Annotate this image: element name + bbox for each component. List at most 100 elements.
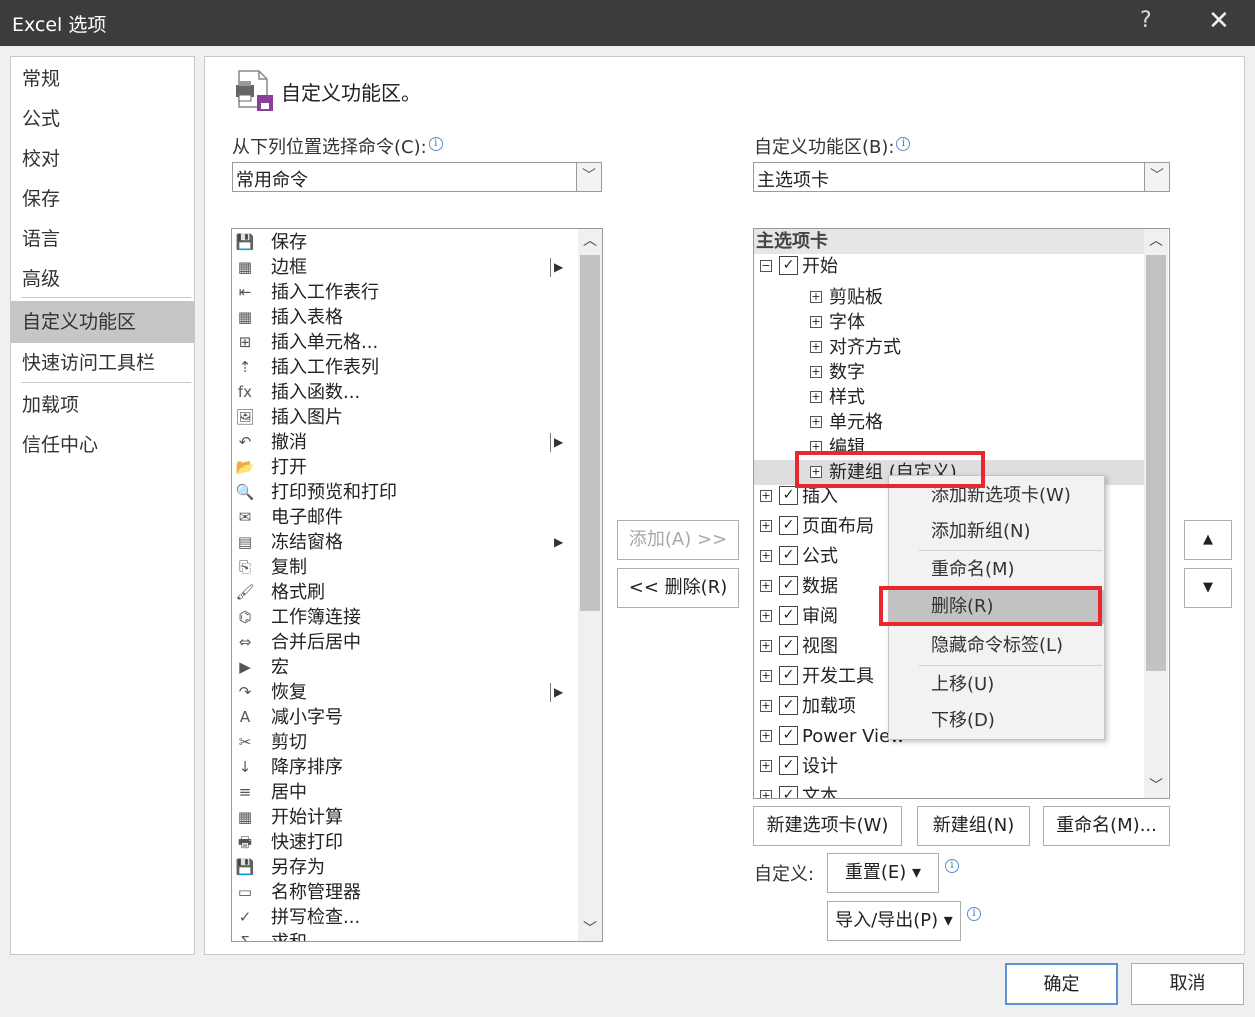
command-list-item[interactable]: 🔍 打印预览和打印 — [232, 480, 577, 505]
tree-group-item[interactable]: + 单元格 — [754, 410, 1144, 435]
ribbon-target-combo[interactable]: 主选项卡 ﹀ — [753, 162, 1170, 192]
checkbox-checked[interactable]: ✓ — [779, 256, 798, 275]
command-list-item[interactable]: ▦ 开始计算 — [232, 805, 577, 830]
expand-icon[interactable]: + — [760, 580, 772, 592]
expand-icon[interactable]: + — [760, 610, 772, 622]
expand-icon[interactable]: + — [810, 341, 822, 353]
commands-scrollbar[interactable]: ︿ ﹀ — [578, 229, 602, 941]
sidebar-item-trust-center[interactable]: 信任中心 — [11, 425, 194, 465]
command-list-item[interactable]: 💾 另存为 — [232, 855, 577, 880]
cancel-button[interactable]: 取消 — [1131, 963, 1244, 1005]
checkbox-checked[interactable]: ✓ — [779, 666, 798, 685]
scroll-up-icon[interactable]: ︿ — [1144, 229, 1168, 253]
expand-icon[interactable]: + — [760, 520, 772, 532]
expand-icon[interactable]: + — [810, 291, 822, 303]
expand-icon[interactable]: + — [760, 670, 772, 682]
command-list-item[interactable]: 🖶 快速打印 — [232, 830, 577, 855]
remove-button[interactable]: << 删除(R) — [617, 568, 739, 608]
sidebar-item-formulas[interactable]: 公式 — [11, 99, 194, 139]
command-list-item[interactable]: ▦ 边框 ▶ — [232, 255, 577, 280]
command-list-item[interactable]: 🖌 格式刷 — [232, 580, 577, 605]
menu-item-move-up[interactable]: 上移(U) — [889, 668, 1104, 702]
command-list-item[interactable]: ▭ 名称管理器 — [232, 880, 577, 905]
command-list-item[interactable]: ↶ 撤消 ▶ — [232, 430, 577, 455]
reset-button[interactable]: 重置(E) ▾ — [827, 853, 939, 893]
command-source-combo[interactable]: 常用命令 ﹀ — [232, 162, 602, 192]
sidebar-item-advanced[interactable]: 高级 — [11, 259, 194, 299]
command-list-item[interactable]: ✓ 拼写检查... — [232, 905, 577, 930]
scroll-up-icon[interactable]: ︿ — [578, 229, 602, 253]
command-list-item[interactable]: 💾 保存 — [232, 230, 577, 255]
rename-button[interactable]: 重命名(M)... — [1043, 806, 1170, 846]
chevron-down-icon[interactable]: ﹀ — [1144, 163, 1169, 191]
command-list-item[interactable]: ↷ 恢复 ▶ — [232, 680, 577, 705]
close-button[interactable]: ✕ — [1208, 6, 1230, 36]
command-list-item[interactable]: ≡ 居中 — [232, 780, 577, 805]
command-list-item[interactable]: ⌬ 工作簿连接 — [232, 605, 577, 630]
help-button[interactable]: ? — [1140, 8, 1152, 33]
sidebar-item-language[interactable]: 语言 — [11, 219, 194, 259]
checkbox-checked[interactable]: ✓ — [779, 786, 798, 798]
expand-icon[interactable]: + — [760, 640, 772, 652]
command-list-item[interactable]: ⊞ 插入单元格... — [232, 330, 577, 355]
sidebar-item-save[interactable]: 保存 — [11, 179, 194, 219]
checkbox-checked[interactable]: ✓ — [779, 636, 798, 655]
tree-tab-home[interactable]: − ✓ 开始 — [754, 254, 1144, 279]
command-list-item[interactable]: ⇤ 插入工作表行 — [232, 280, 577, 305]
scroll-down-icon[interactable]: ﹀ — [578, 917, 602, 941]
menu-item-rename[interactable]: 重命名(M) — [889, 553, 1104, 587]
expand-icon[interactable]: + — [760, 550, 772, 562]
checkbox-checked[interactable]: ✓ — [779, 696, 798, 715]
sidebar-item-proofing[interactable]: 校对 — [11, 139, 194, 179]
command-list-item[interactable]: ⇡ 插入工作表列 — [232, 355, 577, 380]
move-down-button[interactable]: ▼ — [1184, 568, 1232, 608]
new-tab-button[interactable]: 新建选项卡(W) — [753, 806, 902, 846]
command-list-item[interactable]: A 减小字号 — [232, 705, 577, 730]
tree-group-item[interactable]: + 字体 — [754, 310, 1144, 335]
tree-group-item[interactable]: + 剪贴板 — [754, 285, 1144, 310]
expand-icon[interactable]: + — [760, 730, 772, 742]
move-up-button[interactable]: ▲ — [1184, 520, 1232, 560]
checkbox-checked[interactable]: ✓ — [779, 756, 798, 775]
scrollbar-thumb[interactable] — [1146, 255, 1166, 671]
scrollbar-thumb[interactable] — [580, 255, 600, 611]
tree-scrollbar[interactable]: ︿ ﹀ — [1144, 229, 1168, 798]
command-list-item[interactable]: 📂 打开 — [232, 455, 577, 480]
command-list-item[interactable]: ⇔ 合并后居中 — [232, 630, 577, 655]
chevron-down-icon[interactable]: ﹀ — [576, 163, 601, 191]
command-list-item[interactable]: ▦ 插入表格 — [232, 305, 577, 330]
tree-group-item[interactable]: + 数字 — [754, 360, 1144, 385]
command-list-item[interactable]: ✉ 电子邮件 — [232, 505, 577, 530]
checkbox-checked[interactable]: ✓ — [779, 726, 798, 745]
checkbox-checked[interactable]: ✓ — [779, 516, 798, 535]
checkbox-checked[interactable]: ✓ — [779, 576, 798, 595]
scroll-down-icon[interactable]: ﹀ — [1144, 774, 1168, 798]
checkbox-checked[interactable]: ✓ — [779, 606, 798, 625]
expand-icon[interactable]: + — [760, 760, 772, 772]
tree-group-item[interactable]: + 对齐方式 — [754, 335, 1144, 360]
sidebar-item-customize-ribbon[interactable]: 自定义功能区 — [11, 301, 194, 343]
command-list-item[interactable]: fx 插入函数... — [232, 380, 577, 405]
menu-item-add-new-group[interactable]: 添加新组(N) — [889, 515, 1104, 549]
expand-icon[interactable]: + — [810, 416, 822, 428]
sidebar-item-general[interactable]: 常规 — [11, 59, 194, 99]
command-list-item[interactable]: ▶ 宏 — [232, 655, 577, 680]
add-button[interactable]: 添加(A) >> — [617, 520, 739, 560]
tree-tab-item[interactable]: + ✓ 文本 — [754, 784, 1144, 798]
commands-list[interactable]: 💾 保存 ▦ 边框 ▶ ⇤ 插入工作表行 ▦ 插入表格 ⊞ 插入单元格... ⇡ 插入工作表列 fx 插入函… — [231, 228, 603, 942]
expand-icon[interactable]: + — [810, 316, 822, 328]
menu-item-hide-labels[interactable]: 隐藏命令标签(L) — [889, 629, 1104, 663]
checkbox-checked[interactable]: ✓ — [779, 546, 798, 565]
expand-icon[interactable]: + — [760, 790, 772, 798]
sidebar-item-addins[interactable]: 加载项 — [11, 385, 194, 425]
tree-tab-item[interactable]: + ✓ 设计 — [754, 754, 1144, 779]
command-list-item[interactable]: ▤ 冻结窗格 ▶ — [232, 530, 577, 555]
command-list-item[interactable]: ✂ 剪切 — [232, 730, 577, 755]
import-export-button[interactable]: 导入/导出(P) ▾ — [827, 901, 961, 941]
command-list-item[interactable]: ↓ 降序排序 — [232, 755, 577, 780]
new-group-button[interactable]: 新建组(N) — [917, 806, 1030, 846]
command-list-item[interactable]: 🖼 插入图片 — [232, 405, 577, 430]
expand-icon[interactable]: + — [810, 391, 822, 403]
expand-icon[interactable]: + — [810, 366, 822, 378]
command-list-item[interactable]: Σ 求和 — [232, 930, 577, 941]
